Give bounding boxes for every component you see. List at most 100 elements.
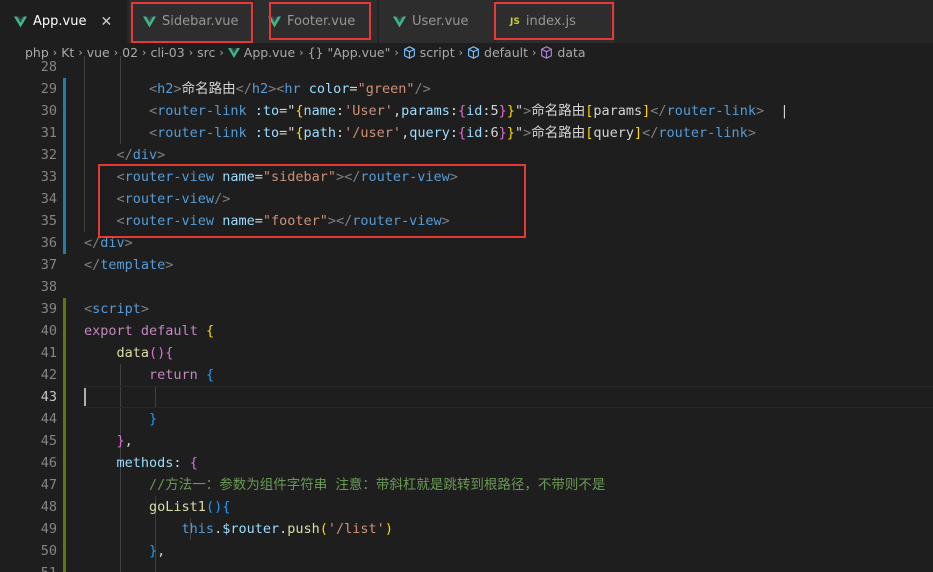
code-token: /> — [214, 191, 231, 207]
code-line[interactable]: 51 — [0, 562, 933, 572]
tab-app-vue[interactable]: App.vue ✕ — [0, 0, 128, 43]
code-line[interactable]: 29 <h2>命名路由</h2><hr color="green"/> — [0, 78, 933, 100]
code-text: <h2>命名路由</h2><hr color="green"/> — [84, 78, 431, 100]
code-text: <router-view/> — [84, 188, 231, 210]
code-token: </ — [235, 81, 252, 97]
code-line[interactable]: 42 return { — [0, 364, 933, 386]
code-editor[interactable]: 28 29 <h2>命名路由</h2><hr color="green"/> 30 … — [0, 56, 933, 572]
code-line[interactable]: 33 <router-view name="sidebar"></router-… — [0, 166, 933, 188]
code-line[interactable]: 38 — [0, 276, 933, 298]
tab-label: App.vue — [33, 14, 87, 29]
gutter-modified-marker[interactable] — [63, 210, 66, 232]
tab-user-vue[interactable]: User.vue — [379, 0, 495, 43]
gutter-added-marker[interactable] — [63, 430, 66, 452]
code-line[interactable]: 39 <script> — [0, 298, 933, 320]
code-token: > — [523, 125, 532, 141]
code-token: { — [189, 455, 198, 471]
code-token: </ — [650, 103, 667, 119]
code-text: //方法一：参数为组件字符串 注意：带斜杠就是跳转到根路径，不带则不是 — [84, 474, 605, 496]
code-text: </div> — [84, 144, 166, 166]
code-token: query — [593, 125, 634, 141]
code-token: '/user' — [344, 125, 402, 141]
editor-tab-bar: App.vue ✕ Sidebar.vue Footer.vue User.vu… — [0, 0, 933, 43]
gutter-added-marker[interactable] — [63, 386, 66, 408]
code-line[interactable]: 37 </template> — [0, 254, 933, 276]
code-token: ( — [319, 521, 328, 537]
code-token: " — [514, 125, 524, 141]
code-line[interactable]: 46 methods: { — [0, 452, 933, 474]
gutter-modified-marker[interactable] — [63, 166, 66, 188]
code-token: } — [506, 103, 515, 119]
gutter-modified-marker[interactable] — [63, 78, 66, 100]
code-token: name — [214, 169, 255, 185]
gutter-modified-marker[interactable] — [63, 144, 66, 166]
code-token: 命名路由 — [181, 81, 236, 97]
code-line[interactable]: 47 //方法一：参数为组件字符串 注意：带斜杠就是跳转到根路径，不带则不是 — [0, 474, 933, 496]
code-line[interactable]: 32 </div> — [0, 144, 933, 166]
code-line[interactable]: 41 data(){ — [0, 342, 933, 364]
code-token: : — [336, 125, 345, 141]
code-token: 'User' — [344, 103, 393, 119]
code-token: router-link — [666, 103, 756, 119]
text-cursor — [84, 388, 86, 406]
tab-label: index.js — [525, 14, 576, 29]
vue-icon — [14, 16, 27, 27]
code-line[interactable]: 49 this.$router.push('/list') — [0, 518, 933, 540]
code-text: </template> — [84, 254, 173, 276]
gutter-added-marker[interactable] — [63, 408, 66, 430]
gutter-added-marker[interactable] — [63, 540, 66, 562]
tab-sidebar-vue[interactable]: Sidebar.vue — [129, 0, 253, 43]
gutter-added-marker[interactable] — [63, 364, 66, 386]
code-token: //方法一：参数为组件字符串 注意：带斜杠就是跳转到根路径，不带则不是 — [149, 477, 606, 493]
gutter-added-marker[interactable] — [63, 562, 66, 572]
code-token: < — [149, 103, 158, 119]
code-line[interactable]: 48 goList1(){ — [0, 496, 933, 518]
code-line[interactable]: 31 <router-link :to="{path:'/user',query… — [0, 122, 933, 144]
line-number: 30 — [40, 103, 57, 119]
code-token: :to — [246, 103, 280, 119]
code-line[interactable]: 40 export default { — [0, 320, 933, 342]
code-line[interactable]: 44 } — [0, 408, 933, 430]
gutter-modified-marker[interactable] — [63, 232, 66, 254]
code-token: < — [116, 191, 125, 207]
code-token: ></ — [336, 169, 361, 185]
gutter-modified-marker[interactable] — [63, 122, 66, 144]
code-line[interactable]: 35 <router-view name="footer"></router-v… — [0, 210, 933, 232]
code-line[interactable]: 36 </div> — [0, 232, 933, 254]
code-line[interactable]: 43 — [0, 386, 933, 408]
code-token: = — [254, 213, 263, 229]
code-token: = — [349, 81, 358, 97]
code-token: router-view — [124, 169, 215, 185]
code-token: path — [303, 125, 337, 141]
gutter-modified-marker[interactable] — [63, 100, 66, 122]
code-token: methods — [116, 455, 174, 471]
tab-index-js[interactable]: JS index.js — [496, 0, 616, 43]
tab-label: Sidebar.vue — [162, 14, 239, 29]
gutter-added-marker[interactable] — [63, 342, 66, 364]
code-token: router-view — [124, 213, 215, 229]
code-line[interactable]: 45 }, — [0, 430, 933, 452]
code-line[interactable]: 34 <router-view/> — [0, 188, 933, 210]
close-icon[interactable]: ✕ — [100, 14, 112, 30]
code-line[interactable]: 50 }, — [0, 540, 933, 562]
line-number: 37 — [40, 257, 57, 273]
code-line[interactable]: 30 <router-link :to="{name:'User',params… — [0, 100, 933, 122]
gutter-added-marker[interactable] — [63, 518, 66, 540]
line-number: 29 — [40, 81, 57, 97]
gutter-modified-marker[interactable] — [63, 188, 66, 210]
tab-footer-vue[interactable]: Footer.vue — [254, 0, 378, 43]
gutter-added-marker[interactable] — [63, 320, 66, 342]
code-token: < — [116, 213, 125, 229]
gutter-added-marker[interactable] — [63, 298, 66, 320]
gutter-added-marker[interactable] — [63, 452, 66, 474]
code-token: data — [116, 345, 150, 361]
gutter-added-marker[interactable] — [63, 474, 66, 496]
code-token: ></ — [327, 213, 353, 229]
code-line[interactable]: 28 — [0, 56, 933, 78]
code-token: ] — [634, 125, 643, 141]
gutter-added-marker[interactable] — [63, 496, 66, 518]
